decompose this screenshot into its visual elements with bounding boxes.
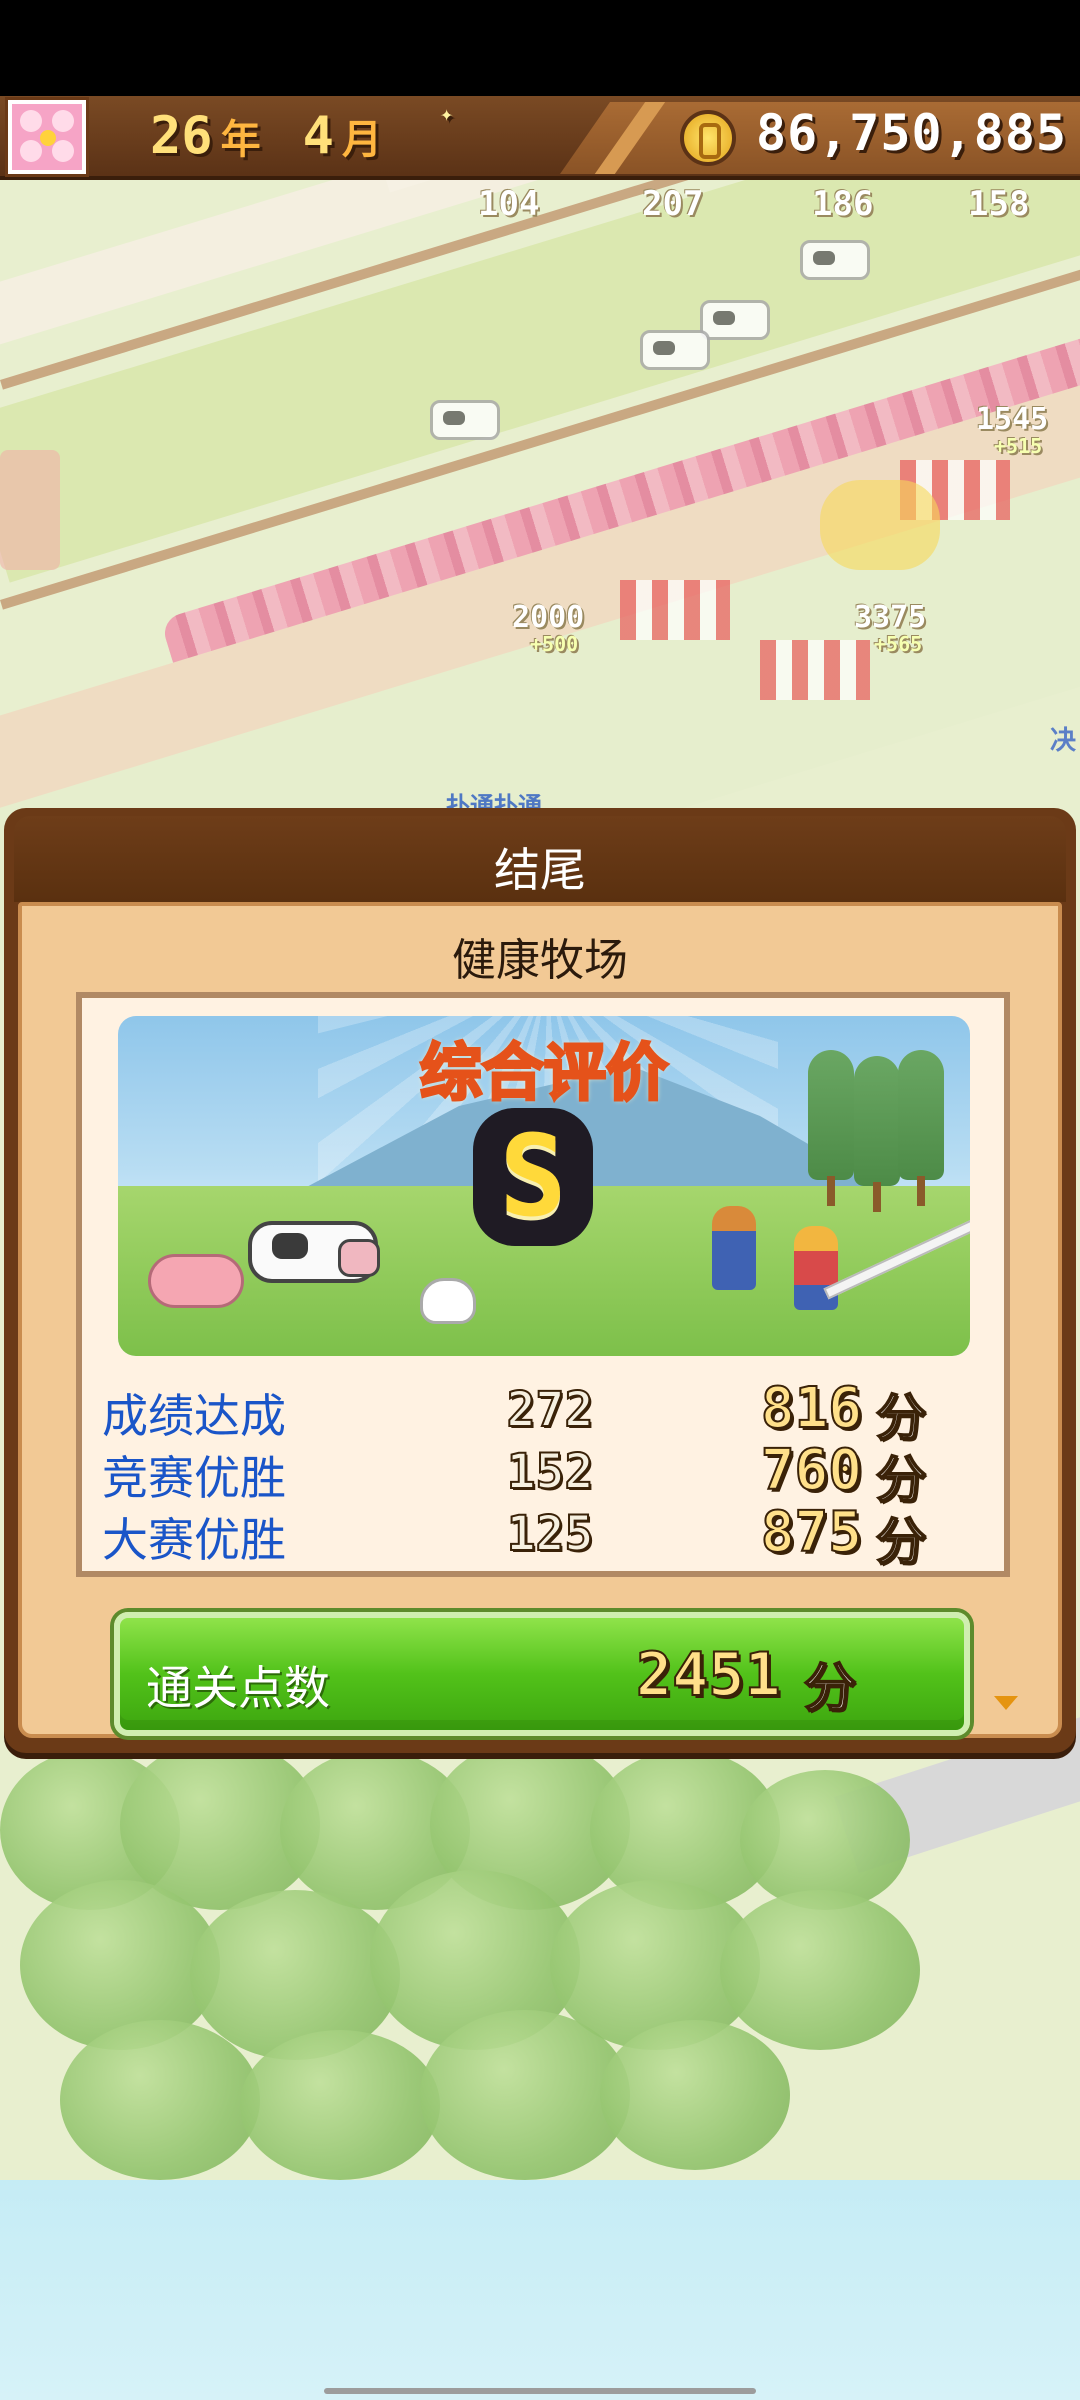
evaluation-title: 综合评价 — [418, 1035, 669, 1111]
stat-points: 875 — [760, 1499, 863, 1566]
evaluation-scene: 综合评价 S — [118, 1016, 970, 1356]
stat-label: 大赛优胜 — [102, 1513, 286, 1567]
river — [0, 2180, 1080, 2400]
stat-count: 272 — [506, 1381, 595, 1439]
stall-earnings-bonus: +565 — [874, 632, 923, 656]
stall-earnings: 3375 — [854, 600, 927, 635]
stall-earnings: 1545 — [976, 402, 1049, 437]
year-unit: 年 — [220, 117, 261, 163]
total-label: 通关点数 — [146, 1661, 330, 1715]
stat-label: 竞赛优胜 — [102, 1451, 286, 1505]
dialog-title: 结尾 — [494, 843, 586, 897]
stat-row: 成绩达成 272 816 分 — [92, 1375, 992, 1448]
resource-count-1: 104 — [478, 184, 540, 224]
farmer-boy-icon — [712, 1206, 756, 1290]
result-card: 综合评价 S 成绩达成 272 816 分 竞赛优胜 152 760 分 大赛优… — [76, 992, 1010, 1577]
total-value: 2451 — [635, 1639, 781, 1711]
stall-earnings-bonus: +500 — [530, 632, 579, 656]
month-value: 4 — [302, 106, 334, 166]
resource-count-3: 186 — [812, 184, 874, 224]
ranch-name: 健康牧场 — [452, 935, 628, 986]
side-label: 决 — [1050, 726, 1077, 756]
money-amount: 86,750,885 — [756, 104, 1068, 162]
total-unit: 分 — [803, 1658, 857, 1720]
sparkle-icon: ✦ — [440, 102, 454, 127]
home-indicator[interactable] — [324, 2388, 756, 2394]
flower-avatar-icon[interactable] — [8, 100, 86, 174]
game-date: 26 年 4 月 ✦ — [150, 102, 453, 170]
stat-row: 大赛优胜 125 875 分 — [92, 1499, 992, 1572]
year-value: 26 — [150, 106, 213, 166]
dialog-title-bar: 结尾 — [14, 816, 1066, 902]
chicken-icon — [420, 1278, 476, 1324]
stall-earnings-bonus: +515 — [994, 434, 1043, 458]
stat-unit: 分 — [875, 1512, 927, 1572]
total-points-bar: 通关点数 2451 分 — [114, 1612, 970, 1736]
status-bar — [0, 0, 1080, 96]
stat-label: 成绩达成 — [102, 1389, 286, 1443]
stat-count: 152 — [506, 1443, 595, 1501]
stall-earnings: 2000 — [512, 600, 585, 635]
cow-icon — [248, 1221, 380, 1283]
stat-row: 竞赛优胜 152 760 分 — [92, 1437, 992, 1510]
grade-badge: S — [473, 1108, 593, 1246]
resource-count-4: 158 — [968, 184, 1030, 224]
resource-count-2: 207 — [642, 184, 704, 224]
month-unit: 月 — [341, 117, 382, 163]
pig-icon — [148, 1254, 244, 1308]
coin-icon — [680, 110, 736, 166]
next-arrow-icon[interactable] — [994, 1696, 1018, 1710]
stat-points: 816 — [760, 1375, 863, 1442]
grade-letter: S — [499, 1112, 567, 1242]
stat-count: 125 — [506, 1505, 595, 1563]
dialog-body: 健康牧场 综合评价 S 成绩达成 272 816 分 竞赛优胜 152 760 … — [18, 902, 1062, 1738]
ending-dialog[interactable]: 结尾 健康牧场 综合评价 S 成绩达成 272 816 分 竞赛优胜 152 7… — [4, 808, 1076, 1753]
stat-points: 760 — [760, 1437, 863, 1504]
